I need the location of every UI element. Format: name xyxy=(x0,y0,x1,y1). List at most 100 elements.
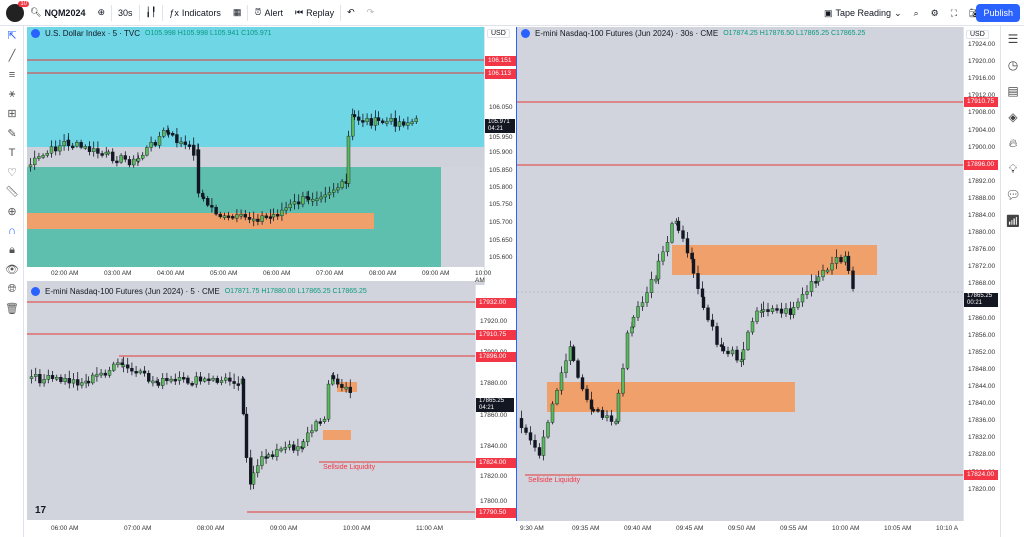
templates-button[interactable]: ▦ xyxy=(227,0,248,26)
clock-icon[interactable]: ◷ xyxy=(1001,52,1024,78)
redo-icon: ↷ xyxy=(366,7,375,17)
replay-label: Replay xyxy=(306,7,335,18)
symbol-logo-icon xyxy=(521,29,530,38)
nq5-price-axis[interactable]: 17920.0017900.0017880.0017860.0017840.00… xyxy=(475,285,516,520)
zoom-icon[interactable]: ⊕ xyxy=(0,202,24,222)
price-tick: 17840.00 xyxy=(968,400,996,408)
time-tick: 09:40 AM xyxy=(624,525,652,532)
cursor-icon[interactable]: ⇱ xyxy=(0,26,24,46)
time-tick: 08:00 AM xyxy=(369,270,397,277)
nq30-time-axis[interactable]: 9:30 AM 09:35 AM 09:40 AM 09:45 AM 09:50 AM 0… xyxy=(516,522,963,537)
time-tick: 11:00 AM xyxy=(416,525,443,532)
sellside-liquidity-label: Sellside Liquidity xyxy=(323,464,376,471)
time-tick: 09:50 AM xyxy=(728,525,756,532)
price-level-tag: 17824.00 xyxy=(964,470,998,480)
nq5-ohlc: O17871.75 H17880.00 L17865.25 C17865.25 xyxy=(224,288,367,295)
quick-search-button[interactable]: ⌕ xyxy=(908,0,925,26)
sellside-liquidity-label: Sellside Liquidity xyxy=(528,477,581,484)
top-toolbar: 10 🔍︎ NQM2024 ⊕ 30s ╽╿ ƒx Indicators ▦ ⏰︎ A… xyxy=(0,0,1024,26)
heart-icon[interactable]: ♡ xyxy=(0,163,24,183)
nq30-ohlc: O17874.25 H17876.50 L17865.25 C17865.25 xyxy=(723,30,866,37)
time-tick: 06:00 AM xyxy=(51,525,79,532)
symbol-logo-icon xyxy=(31,287,40,296)
time-tick: 09:45 AM xyxy=(676,525,704,532)
nq5-candles[interactable] xyxy=(27,285,475,520)
dxy-candle xyxy=(196,143,201,198)
price-tick: 105.950 xyxy=(489,134,513,141)
indicators-button[interactable]: ƒx Indicators xyxy=(163,0,227,26)
nq30-price-axis[interactable]: USD 17924.00 17920.00 17916.00 17912.00 17908… xyxy=(963,27,999,521)
calendar-icon[interactable]: ▤ xyxy=(1001,78,1024,104)
undo-button[interactable]: ↶ xyxy=(341,0,361,26)
nq30-candle xyxy=(555,388,559,406)
interval-button[interactable]: 30s xyxy=(112,0,139,26)
bulb-icon[interactable]: 💡︎ xyxy=(1001,156,1024,182)
line-tool-icon[interactable]: ╱ xyxy=(0,46,24,66)
dxy-candles[interactable] xyxy=(27,27,484,285)
brush-icon[interactable]: ✎ xyxy=(0,124,24,144)
chat-icon[interactable]: 💬︎ xyxy=(1001,182,1024,208)
price-tick: 17844.00 xyxy=(968,383,996,390)
nq5-time-axis[interactable]: 06:00 AM 07:00 AM 08:00 AM 09:00 AM 10:00 AM… xyxy=(27,522,475,537)
layout-button[interactable]: ▣ Tape Reading ⌄ xyxy=(818,0,908,26)
nq30-candle xyxy=(571,344,576,363)
price-tick: 17840.00 xyxy=(480,443,508,450)
nq5-title: E-mini Nasdaq-100 Futures (Jun 2024) · 5… xyxy=(45,287,220,296)
chart-pane-dxy[interactable]: U.S. Dollar Index · 5 · TVC O105.998 H10… xyxy=(27,27,484,285)
price-tick: 17888.00 xyxy=(968,194,996,202)
alarm-icon: ⏰︎ xyxy=(254,7,262,17)
nq30-candles[interactable] xyxy=(517,27,963,521)
globe-icon[interactable]: 🌐︎ xyxy=(0,280,24,300)
nq5-candle xyxy=(241,376,246,416)
time-tick: 10:10 A xyxy=(936,525,959,532)
settings-button[interactable]: ⚙ xyxy=(925,0,945,26)
dxy-time-axis[interactable]: 02:00 AM 03:00 AM 04:00 AM 05:00 AM 06:00 AM… xyxy=(27,267,544,284)
redo-button[interactable]: ↷ xyxy=(361,0,381,26)
price-tick: 17908.00 xyxy=(968,109,996,117)
pattern-icon[interactable]: ⚹ xyxy=(0,85,24,105)
plus-circle-icon: ⊕ xyxy=(97,7,106,17)
price-tick: 17856.00 xyxy=(968,331,996,339)
dxy-legend: U.S. Dollar Index · 5 · TVC O105.998 H10… xyxy=(31,29,272,38)
list-icon[interactable]: ☰ xyxy=(1001,26,1024,52)
price-level-tag: 17896.00 xyxy=(964,160,998,170)
magnet-icon[interactable]: ∩ xyxy=(0,221,24,241)
ruler-icon[interactable]: 📏︎ xyxy=(0,182,24,202)
price-tick: 17924.00 xyxy=(968,41,996,48)
replay-button[interactable]: ⏮︎ Replay xyxy=(289,0,340,26)
price-tick: 105.650 xyxy=(489,237,513,244)
publish-button[interactable]: Publish xyxy=(976,4,1020,22)
text-icon[interactable]: T xyxy=(0,143,24,163)
time-tick: 10:00 AM xyxy=(343,525,371,532)
trash-icon[interactable]: 🗑︎ xyxy=(0,299,24,319)
flame-icon[interactable]: 🔥︎ xyxy=(1001,130,1024,156)
nq30-candle xyxy=(746,330,750,352)
fib-icon[interactable]: ≡ xyxy=(0,65,24,85)
fullscreen-button[interactable]: ⛶ xyxy=(945,0,963,26)
chart-pane-nq-30s[interactable]: E-mini Nasdaq-100 Futures (Jun 2024) · 3… xyxy=(516,27,963,521)
eye-icon[interactable]: 👁︎ xyxy=(0,260,24,280)
time-tick: 07:00 AM xyxy=(316,270,344,277)
quick-search-icon: ⌕ xyxy=(913,7,919,18)
price-tick: 17884.00 xyxy=(968,212,996,219)
price-tick: 17872.00 xyxy=(968,263,996,271)
nq30-candle xyxy=(670,221,674,244)
measure-icon[interactable]: ⊞ xyxy=(0,104,24,124)
undo-icon: ↶ xyxy=(347,7,355,17)
chart-type-button[interactable]: ╽╿ xyxy=(140,0,163,26)
layout-name: Tape Reading xyxy=(835,8,892,18)
symbol-search[interactable]: 🔍︎ NQM2024 xyxy=(24,0,91,26)
dxy-ohlc: O105.998 H105.998 L105.941 C105.971 xyxy=(145,30,272,37)
alert-button[interactable]: ⏰︎ Alert xyxy=(248,0,289,26)
chart-pane-nq-5m[interactable]: E-mini Nasdaq-100 Futures (Jun 2024) · 5… xyxy=(27,285,475,520)
signal-icon[interactable]: 📶︎ xyxy=(1001,208,1024,234)
dxy-title: U.S. Dollar Index · 5 · TVC xyxy=(45,29,140,38)
price-level-tag: 17790.50 xyxy=(476,508,516,518)
compare-button[interactable]: ⊕ xyxy=(91,0,111,26)
lock-icon[interactable]: 🔒︎ xyxy=(0,241,24,261)
user-avatar[interactable]: 10 xyxy=(6,0,29,22)
search-icon: 🔍︎ xyxy=(30,7,42,17)
layers-icon[interactable]: ◈ xyxy=(1001,104,1024,130)
dxy-price-axis[interactable]: USD106.050106.000105.950105.900105.85010… xyxy=(484,27,525,285)
nq30-candle xyxy=(621,363,625,397)
